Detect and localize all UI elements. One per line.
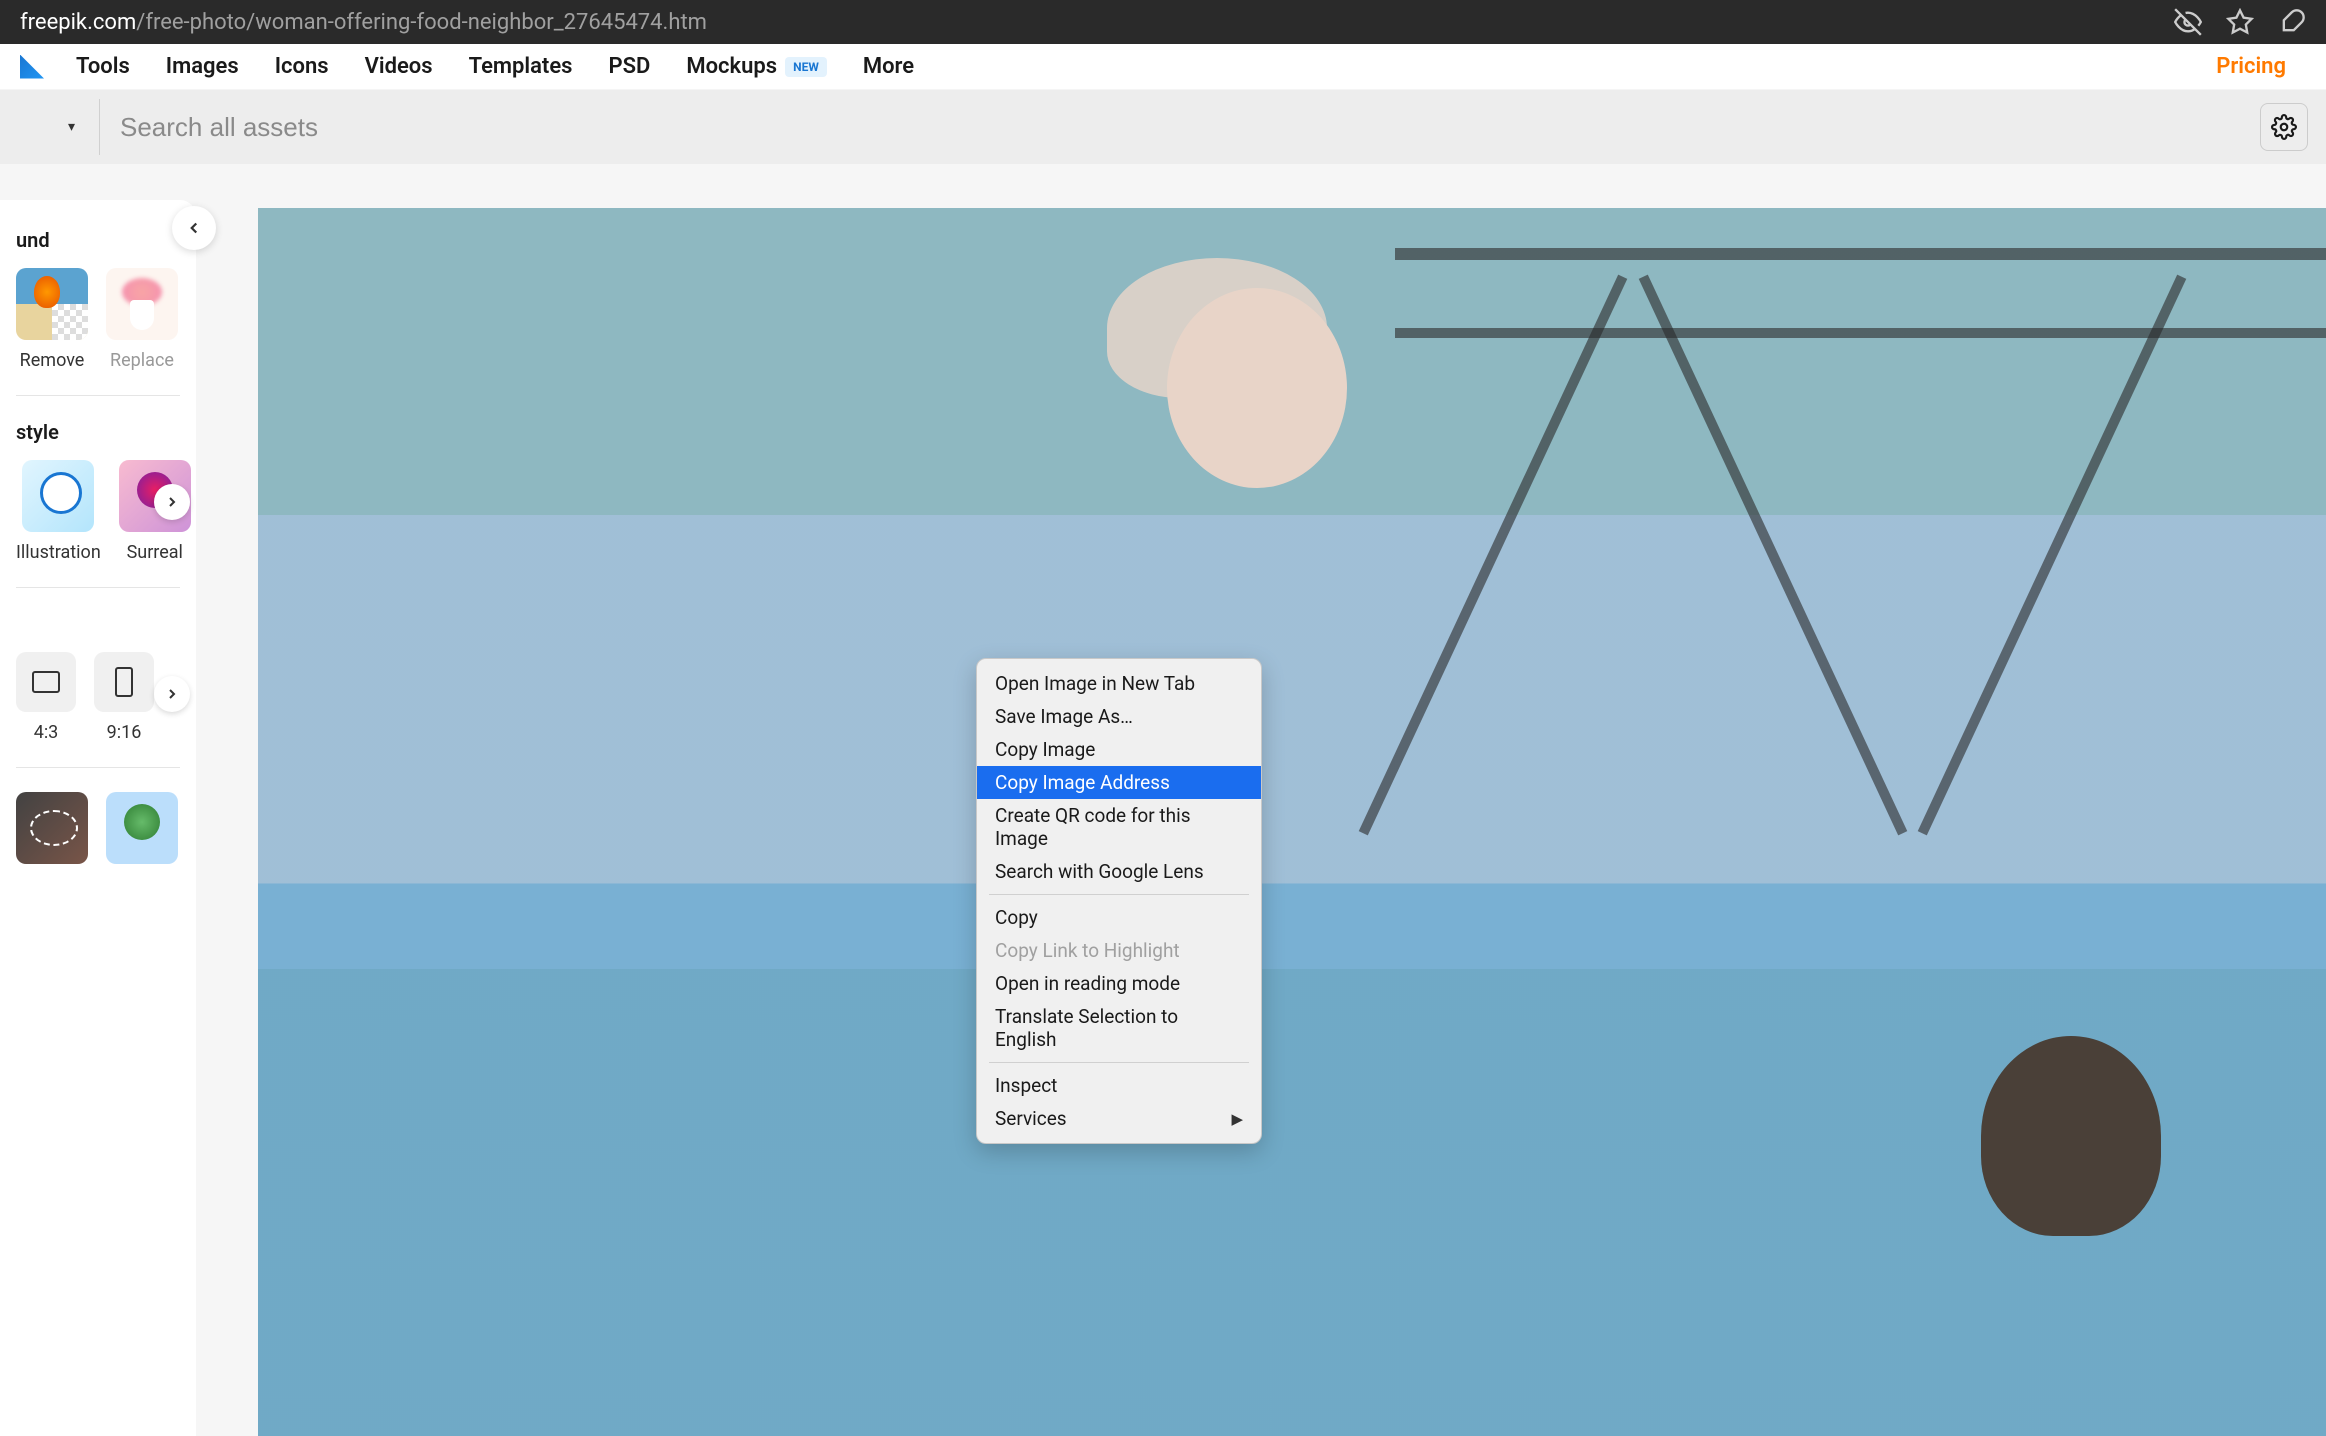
bg-replace-label: Replace <box>110 350 174 371</box>
bg-replace-thumb <box>106 268 178 340</box>
search-settings-button[interactable] <box>2260 103 2308 151</box>
style-illustration-thumb <box>22 460 94 532</box>
browser-address-bar: freepik.com /free-photo/woman-offering-f… <box>0 0 2326 44</box>
nav-tools[interactable]: Tools <box>76 54 130 79</box>
url-path: /free-photo/woman-offering-food-neighbor… <box>136 10 707 35</box>
ctx-separator <box>989 894 1249 895</box>
context-menu: Open Image in New Tab Save Image As… Cop… <box>976 658 1262 1144</box>
ratio-9-16-label: 9:16 <box>107 722 142 743</box>
nav-psd[interactable]: PSD <box>608 54 650 79</box>
bg-remove-thumb <box>16 268 88 340</box>
edit-sidebar: und Remove Replace style Illustration Su… <box>0 200 196 1436</box>
nav-mockups[interactable]: Mockups NEW <box>686 54 826 79</box>
ratio-4-3-option[interactable]: 4:3 <box>16 652 76 743</box>
section-background-label: und <box>16 228 180 252</box>
landscape-icon <box>32 671 60 693</box>
freepik-logo-icon[interactable] <box>20 55 44 79</box>
caret-down-icon: ▾ <box>68 119 75 135</box>
style-illustration-label: Illustration <box>16 542 101 563</box>
ratio-9-16-thumb <box>94 652 154 712</box>
ctx-inspect[interactable]: Inspect <box>977 1069 1261 1102</box>
style-surreal-label: Surreal <box>127 542 183 563</box>
chevron-right-icon <box>164 686 180 702</box>
image-viewer[interactable]: Open Image in New Tab Save Image As… Cop… <box>258 208 2326 1436</box>
ctx-create-qr[interactable]: Create QR code for this Image <box>977 799 1261 855</box>
ctx-separator <box>989 1062 1249 1063</box>
bg-replace-option[interactable]: Replace <box>106 268 178 371</box>
search-bar: ▾ <box>0 90 2326 164</box>
main-image[interactable]: Open Image in New Tab Save Image As… Cop… <box>258 208 2326 1436</box>
face-thumb <box>16 792 88 864</box>
section-style-label: style <box>16 420 180 444</box>
ctx-open-image-new-tab[interactable]: Open Image in New Tab <box>977 667 1261 700</box>
nav-more[interactable]: More <box>863 54 914 79</box>
nav-images[interactable]: Images <box>166 54 239 79</box>
tree-thumb <box>106 792 178 864</box>
ratio-9-16-option[interactable]: 9:16 <box>94 652 154 743</box>
style-illustration-option[interactable]: Illustration <box>16 460 101 563</box>
gear-icon <box>2271 114 2297 140</box>
new-badge: NEW <box>785 57 827 77</box>
eye-off-icon[interactable] <box>2174 8 2202 36</box>
chevron-right-icon <box>164 494 180 510</box>
chevron-right-icon: ▶ <box>1231 1110 1243 1128</box>
ctx-copy-link-highlight: Copy Link to Highlight <box>977 934 1261 967</box>
nav-icons[interactable]: Icons <box>275 54 329 79</box>
pricing-link[interactable]: Pricing <box>2216 54 2286 79</box>
bg-remove-label: Remove <box>20 350 85 371</box>
bg-remove-option[interactable]: Remove <box>16 268 88 371</box>
ratio-expand-button[interactable] <box>154 676 190 712</box>
ctx-save-image-as[interactable]: Save Image As… <box>977 700 1261 733</box>
style-expand-button[interactable] <box>154 484 190 520</box>
star-icon[interactable] <box>2226 8 2254 36</box>
extensions-icon[interactable] <box>2278 8 2306 36</box>
collapse-sidebar-button[interactable] <box>172 206 216 250</box>
ctx-copy[interactable]: Copy <box>977 901 1261 934</box>
search-input[interactable] <box>100 112 2260 143</box>
ctx-search-google-lens[interactable]: Search with Google Lens <box>977 855 1261 888</box>
portrait-icon <box>115 667 133 697</box>
url-display[interactable]: freepik.com /free-photo/woman-offering-f… <box>20 10 707 35</box>
url-domain: freepik.com <box>20 10 136 35</box>
ctx-copy-image[interactable]: Copy Image <box>977 733 1261 766</box>
nav-templates[interactable]: Templates <box>469 54 573 79</box>
ctx-services[interactable]: Services ▶ <box>977 1102 1261 1135</box>
ctx-translate[interactable]: Translate Selection to English <box>977 1000 1261 1056</box>
ratio-4-3-thumb <box>16 652 76 712</box>
top-navigation: Tools Images Icons Videos Templates PSD … <box>0 44 2326 90</box>
ratio-4-3-label: 4:3 <box>34 722 59 743</box>
chevron-left-icon <box>185 219 203 237</box>
ctx-open-reading-mode[interactable]: Open in reading mode <box>977 967 1261 1000</box>
face-option[interactable] <box>16 792 88 864</box>
nav-mockups-label: Mockups <box>686 54 777 79</box>
nav-videos[interactable]: Videos <box>365 54 433 79</box>
ctx-services-label: Services <box>995 1107 1067 1130</box>
ctx-copy-image-address[interactable]: Copy Image Address <box>977 766 1261 799</box>
divider <box>16 395 180 396</box>
search-category-dropdown[interactable]: ▾ <box>18 99 100 155</box>
divider <box>16 767 180 768</box>
divider <box>16 587 180 588</box>
tree-option[interactable] <box>106 792 178 864</box>
